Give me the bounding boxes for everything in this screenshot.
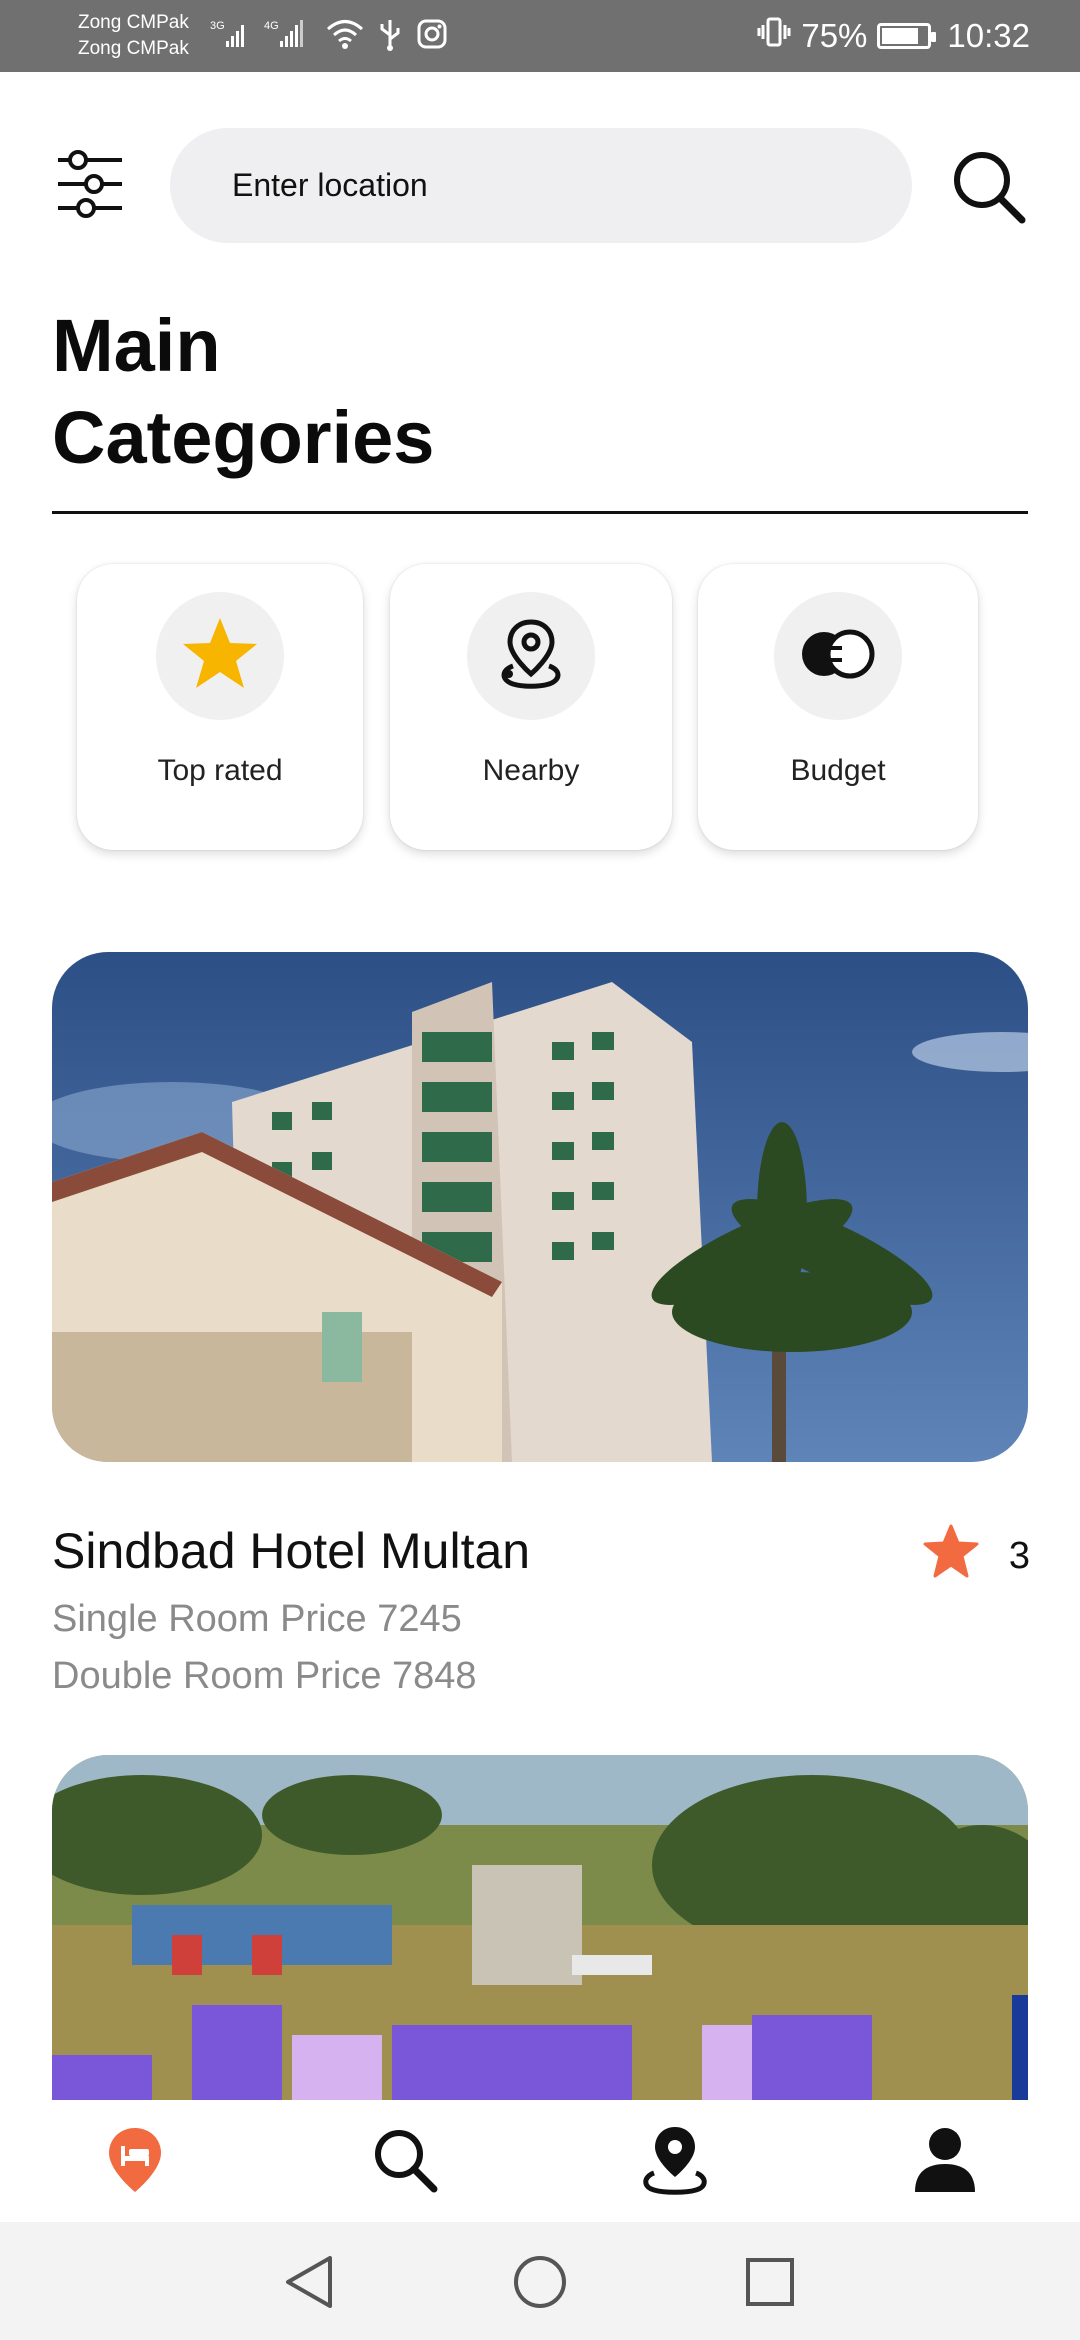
title-divider bbox=[52, 511, 1028, 514]
carrier-1: Zong CMPak bbox=[78, 12, 189, 33]
status-icons-left: 3G 4G bbox=[210, 14, 448, 58]
instagram-icon bbox=[416, 18, 448, 55]
recents-square-icon bbox=[740, 2258, 800, 2316]
rating-star-icon bbox=[923, 1524, 979, 1588]
search-icon bbox=[371, 2126, 439, 2199]
clock: 10:32 bbox=[947, 17, 1030, 54]
nav-hotels-tab[interactable] bbox=[95, 2122, 175, 2202]
search-icon bbox=[948, 152, 1028, 230]
single-room-price: Single Room Price 7245 bbox=[52, 1598, 462, 1640]
double-room-price: Double Room Price 7848 bbox=[52, 1655, 477, 1697]
home-circle-icon bbox=[510, 2256, 570, 2316]
system-navigation-bar bbox=[0, 2222, 1080, 2340]
title-line-2: Categories bbox=[52, 396, 435, 479]
rating-value: 3 bbox=[1008, 1534, 1030, 1577]
category-budget[interactable]: Budget bbox=[698, 564, 978, 850]
filter-button[interactable] bbox=[56, 150, 124, 218]
search-button[interactable] bbox=[948, 146, 1028, 226]
title-line-1: Main bbox=[52, 304, 221, 387]
category-label: Nearby bbox=[482, 754, 580, 787]
location-search-field[interactable] bbox=[170, 128, 912, 243]
category-label: Top rated bbox=[157, 754, 283, 787]
location-input[interactable] bbox=[230, 166, 912, 205]
user-icon bbox=[913, 2126, 977, 2199]
nav-profile-tab[interactable] bbox=[905, 2122, 985, 2202]
vibrate-icon bbox=[757, 15, 791, 57]
hotel-rating: 3 bbox=[923, 1524, 1030, 1588]
svg-text:3G: 3G bbox=[210, 20, 225, 32]
page-title: Main Categories bbox=[52, 300, 652, 484]
nav-map-tab[interactable] bbox=[635, 2122, 715, 2202]
category-nearby[interactable]: Nearby bbox=[390, 564, 672, 850]
battery-icon bbox=[877, 23, 937, 49]
category-icon-circle bbox=[156, 592, 284, 720]
usb-icon bbox=[378, 17, 402, 56]
signal-3g-icon: 3G bbox=[210, 17, 250, 56]
category-top-rated[interactable]: Top rated bbox=[77, 564, 363, 850]
category-label: Budget bbox=[790, 754, 886, 787]
back-button[interactable] bbox=[280, 2252, 340, 2312]
carrier-names: Zong CMPak Zong CMPak bbox=[78, 10, 189, 62]
bed-pin-icon bbox=[107, 2126, 163, 2199]
recents-button[interactable] bbox=[740, 2252, 800, 2312]
category-icon-circle bbox=[467, 592, 595, 720]
battery-percent: 75% bbox=[801, 17, 868, 54]
svg-text:4G: 4G bbox=[264, 20, 279, 32]
sliders-icon bbox=[56, 150, 124, 222]
signal-4g-icon: 4G bbox=[264, 17, 312, 56]
wifi-icon bbox=[326, 18, 364, 55]
category-icon-circle bbox=[774, 592, 902, 720]
hotel-name[interactable]: Sindbad Hotel Multan bbox=[52, 1522, 530, 1580]
coins-icon bbox=[798, 624, 878, 689]
bottom-navigation bbox=[0, 2100, 1080, 2222]
back-triangle-icon bbox=[280, 2256, 340, 2316]
carrier-2: Zong CMPak bbox=[78, 38, 189, 59]
status-bar: Zong CMPak Zong CMPak 3G 4G 75% 10:32 bbox=[0, 0, 1080, 72]
hotel-image[interactable] bbox=[52, 1755, 1028, 2100]
star-icon bbox=[180, 614, 260, 699]
location-icon bbox=[640, 2125, 710, 2200]
nav-search-tab[interactable] bbox=[365, 2122, 445, 2202]
battery-level-fill bbox=[882, 28, 919, 44]
status-icons-right: 75% 10:32 bbox=[757, 0, 1030, 72]
home-button[interactable] bbox=[510, 2252, 570, 2312]
map-pin-icon bbox=[493, 616, 569, 697]
hotel-image[interactable] bbox=[52, 952, 1028, 1462]
